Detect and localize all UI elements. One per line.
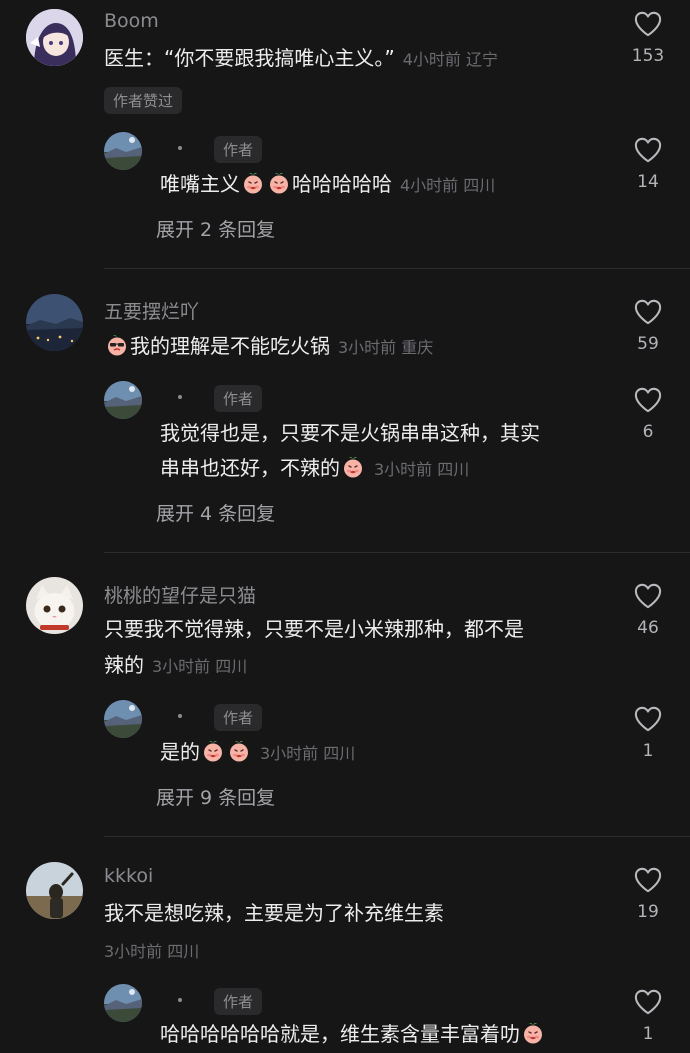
like-count: 14: [637, 172, 659, 192]
author-badge: 作者: [214, 385, 263, 412]
like-count: 19: [637, 902, 659, 922]
peach-emoji-icon: [241, 171, 265, 195]
comment-body: 辣的: [104, 653, 144, 677]
reply-username-dot: [178, 146, 182, 150]
divider: [104, 552, 690, 553]
reply-meta: 4小时前 四川: [400, 176, 496, 195]
reply-meta: 3小时前 四川: [260, 744, 356, 763]
divider: [104, 268, 690, 269]
peach-emoji-icon: [227, 739, 251, 763]
peach-emoji-icon: [267, 171, 291, 195]
reply-body-start: 唯嘴主义: [160, 172, 240, 196]
comment-body: 医生：“你不要跟我搞唯心主义。”: [104, 46, 395, 70]
comment-text: 我的理解是不能吃火锅 3小时前 重庆: [104, 327, 433, 367]
author-liked-badge: 作者赞过: [104, 87, 183, 114]
reply-avatar[interactable]: [104, 381, 142, 419]
avatar[interactable]: [26, 294, 83, 351]
peach-emoji-icon: [521, 1021, 545, 1045]
reply-body: 串串也还好，不辣的: [160, 456, 340, 480]
username[interactable]: Boom: [104, 10, 159, 32]
comment-meta: 3小时前 四川: [104, 942, 200, 961]
reply-body: 是的: [160, 740, 200, 764]
username[interactable]: 桃桃的望仔是只猫: [104, 581, 256, 608]
reply-avatar[interactable]: [104, 700, 142, 738]
comment-meta: 3小时前 四川: [152, 657, 248, 676]
reply-text: 哈哈哈哈哈哈就是，维生素含量丰富着叻: [160, 1015, 546, 1053]
comment-meta: 3小时前 重庆: [338, 338, 434, 357]
avatar[interactable]: [26, 577, 83, 634]
like-button[interactable]: 19: [618, 866, 678, 922]
peach-emoji-icon: [201, 739, 225, 763]
reply-username-dot: [178, 998, 182, 1002]
heart-icon: [633, 866, 663, 894]
reply-like-button[interactable]: 14: [618, 136, 678, 192]
reply-username-dot: [178, 395, 182, 399]
reply-like-button[interactable]: 1: [618, 988, 678, 1044]
comment-body: 我的理解是不能吃火锅: [130, 334, 330, 358]
heart-icon: [633, 10, 663, 38]
comment-meta: 4小时前 辽宁: [402, 50, 499, 69]
heart-icon: [633, 298, 663, 326]
reply-text: 串串也还好，不辣的 3小时前 四川: [160, 449, 469, 489]
peach-emoji-icon: [341, 455, 365, 479]
comment-text: 辣的 3小时前 四川: [104, 646, 247, 686]
expand-replies-link[interactable]: 展开 4 条回复: [156, 499, 275, 526]
like-count: 46: [637, 618, 659, 638]
like-count: 1: [642, 741, 654, 761]
expand-replies-link[interactable]: 展开 9 条回复: [156, 783, 275, 810]
cool-emoji-icon: [105, 333, 129, 357]
username[interactable]: 五要摆烂吖: [104, 297, 199, 324]
reply-text: 是的 3小时前 四川: [160, 733, 355, 773]
reply-text: 唯嘴主义 哈哈哈哈哈 4小时前 四川: [160, 165, 495, 205]
heart-icon: [633, 582, 663, 610]
reply-username-dot: [178, 714, 182, 718]
reply-meta: 3小时前 四川: [374, 460, 470, 479]
like-count: 1: [642, 1024, 654, 1044]
reply-like-button[interactable]: 1: [618, 705, 678, 761]
heart-icon: [633, 705, 663, 733]
like-count: 153: [631, 46, 665, 66]
comment-thread: Boom 医生：“你不要跟我搞唯心主义。” 4小时前 辽宁 作者赞过 153 作者…: [0, 0, 690, 270]
like-count: 6: [642, 422, 654, 442]
reply-body: 哈哈哈哈哈哈就是，维生素含量丰富着叻: [160, 1022, 520, 1046]
author-badge: 作者: [214, 136, 263, 163]
comment-text: 我不是想吃辣，主要是为了补充维生素: [104, 901, 444, 925]
heart-icon: [633, 386, 663, 414]
reply-body-end: 哈哈哈哈哈: [292, 172, 392, 196]
reply-avatar[interactable]: [104, 984, 142, 1022]
like-button[interactable]: 153: [618, 10, 678, 66]
like-count: 59: [637, 334, 659, 354]
reply-avatar[interactable]: [104, 132, 142, 170]
author-badge: 作者: [214, 988, 263, 1015]
avatar[interactable]: [26, 9, 83, 66]
username[interactable]: kkkoi: [104, 865, 153, 887]
like-button[interactable]: 59: [618, 298, 678, 354]
heart-icon: [633, 136, 663, 164]
reply-text-line: 我觉得也是，只要不是火锅串串这种，其实: [160, 421, 540, 445]
heart-icon: [633, 988, 663, 1016]
avatar[interactable]: [26, 862, 83, 919]
like-button[interactable]: 46: [618, 582, 678, 638]
author-badge: 作者: [214, 704, 263, 731]
comment-text: 医生：“你不要跟我搞唯心主义。” 4小时前 辽宁: [104, 39, 498, 79]
divider: [104, 836, 690, 837]
reply-like-button[interactable]: 6: [618, 386, 678, 442]
comment-text-line: 只要我不觉得辣，只要不是小米辣那种，都不是: [104, 617, 524, 641]
expand-replies-link[interactable]: 展开 2 条回复: [156, 215, 275, 242]
